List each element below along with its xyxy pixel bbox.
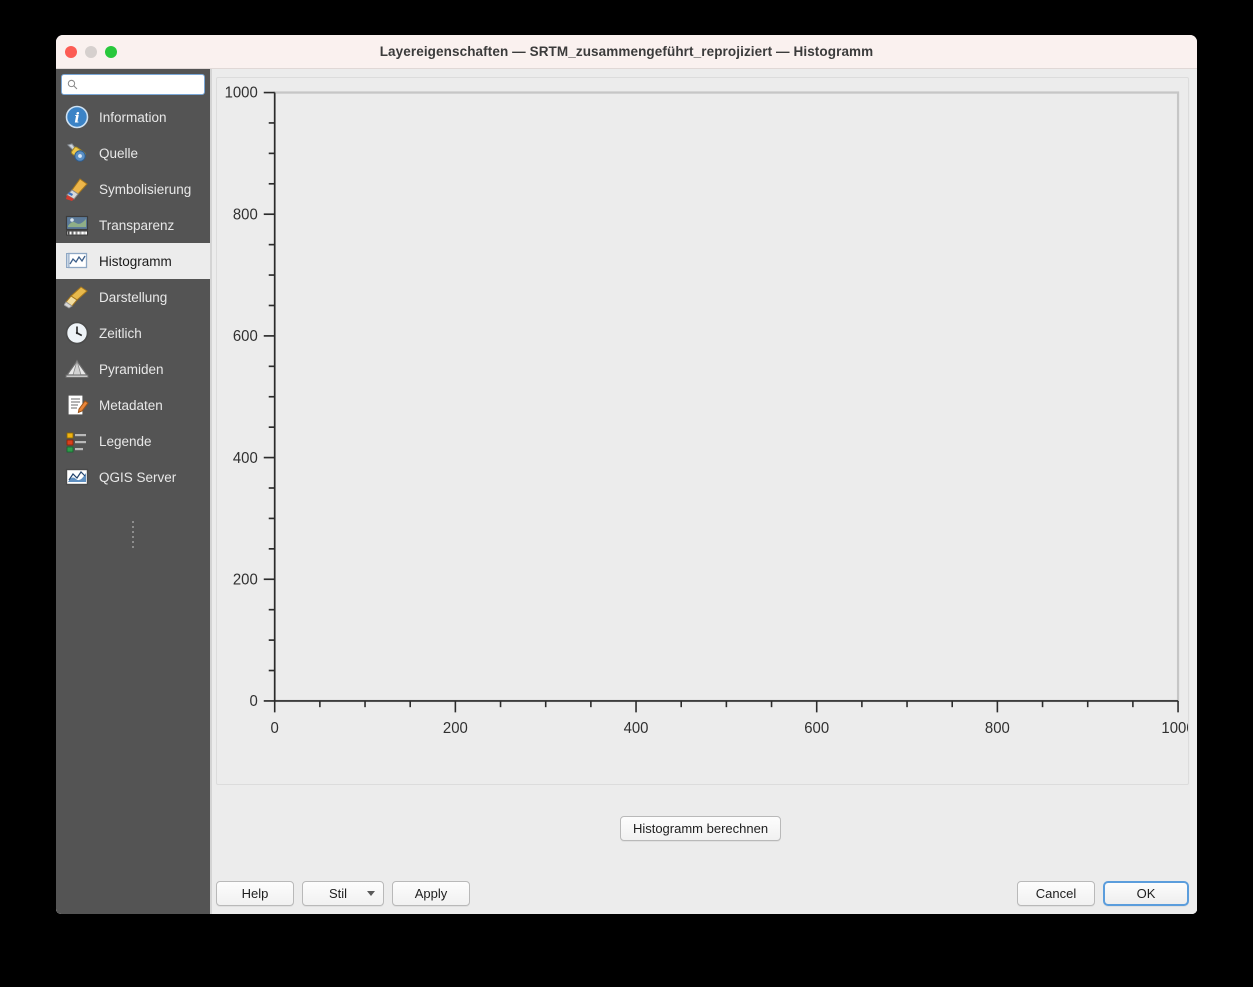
sidebar-item-label: Quelle: [99, 145, 139, 161]
information-icon: i: [65, 105, 89, 129]
rendering-icon: [64, 286, 88, 309]
chevron-down-icon: [367, 891, 375, 896]
sidebar-item-information[interactable]: i Information: [56, 99, 210, 135]
sidebar-item-pyramiden[interactable]: Pyramiden: [56, 351, 210, 387]
y-tick-label: 600: [233, 328, 258, 345]
sidebar: i Information Quelle Symbolisierung Tran…: [56, 69, 210, 914]
sidebar-item-label: Metadaten: [99, 397, 163, 413]
style-menu-button[interactable]: Stil: [302, 880, 384, 906]
sidebar-item-label: Information: [99, 109, 167, 125]
minimize-button[interactable]: [85, 45, 97, 58]
ok-button[interactable]: OK: [1103, 880, 1189, 906]
sidebar-item-darstellung[interactable]: Darstellung: [56, 279, 210, 315]
compute-row: Histogramm berechnen: [212, 785, 1197, 871]
temporal-icon: [65, 321, 89, 345]
x-tick-label: 800: [985, 720, 1010, 737]
help-button[interactable]: Help: [216, 880, 294, 906]
sidebar-item-label: Zeitlich: [99, 325, 142, 341]
x-tick-label: 200: [443, 720, 468, 737]
cancel-button[interactable]: Cancel: [1017, 880, 1095, 906]
y-tick-label: 1000: [225, 84, 258, 101]
sidebar-item-histogramm[interactable]: Histogramm: [56, 243, 210, 279]
sidebar-item-symbolisierung[interactable]: Symbolisierung: [56, 171, 210, 207]
pyramids-icon: [65, 359, 89, 378]
sidebar-item-label: Legende: [99, 433, 152, 449]
search-input[interactable]: [61, 74, 205, 95]
x-tick-label: 0: [271, 720, 279, 737]
maximize-button[interactable]: [105, 45, 117, 58]
sidebar-item-quelle[interactable]: Quelle: [56, 135, 210, 171]
window-titlebar: Layereigenschaften — SRTM_zusammengeführ…: [56, 35, 1197, 69]
main-content: 0 200 400 600 800 1000 0 200 400 600 800 1000 Histo…: [212, 69, 1197, 914]
sidebar-item-label: Pyramiden: [99, 361, 164, 377]
y-tick-label: 0: [249, 693, 257, 710]
sidebar-item-zeitlich[interactable]: Zeitlich: [56, 315, 210, 351]
x-tick-label: 400: [624, 720, 649, 737]
legend-icon: [66, 432, 86, 453]
apply-button[interactable]: Apply: [392, 880, 470, 906]
sidebar-item-label: Symbolisierung: [99, 181, 192, 197]
plot-frame: [273, 91, 1180, 703]
window-title: Layereigenschaften — SRTM_zusammengeführ…: [379, 44, 874, 59]
x-tick-label: 1000: [1161, 720, 1188, 737]
histogram-plot-pane: 0 200 400 600 800 1000 0 200 400 600 800 1000: [216, 77, 1189, 785]
histogram-icon: [66, 252, 88, 269]
histogram-chart[interactable]: 0 200 400 600 800 1000 0 200 400 600 800 1000: [217, 78, 1188, 784]
y-tick-label: 200: [233, 571, 258, 588]
sidebar-search-wrap: [56, 69, 210, 99]
metadata-icon: [67, 394, 89, 416]
sidebar-item-qgis-server[interactable]: QGIS Server: [56, 459, 210, 495]
sidebar-nav: i Information Quelle Symbolisierung Tran…: [56, 99, 210, 495]
y-tick-label: 400: [233, 449, 258, 466]
compute-histogram-button[interactable]: Histogramm berechnen: [619, 815, 782, 841]
qgis-server-icon: [65, 468, 89, 486]
close-button[interactable]: [65, 45, 77, 58]
sidebar-item-metadaten[interactable]: Metadaten: [56, 387, 210, 423]
sidebar-item-legende[interactable]: Legende: [56, 423, 210, 459]
x-tick-label: 600: [804, 720, 829, 737]
svg-text:i: i: [74, 111, 79, 127]
sidebar-item-label: Histogramm: [99, 253, 172, 269]
sidebar-item-transparenz[interactable]: Transparenz: [56, 207, 210, 243]
window-body: i Information Quelle Symbolisierung Tran…: [56, 69, 1197, 914]
layer-properties-window: Layereigenschaften — SRTM_zusammengeführ…: [56, 35, 1197, 914]
y-tick-label: 800: [233, 206, 258, 223]
transparency-icon: [65, 215, 89, 236]
dialog-footer: Help Stil Apply Cancel OK: [212, 871, 1197, 914]
window-controls: [56, 45, 117, 58]
splitter-handle[interactable]: [132, 521, 134, 551]
symbology-icon: [66, 178, 88, 201]
sidebar-item-label: Darstellung: [99, 289, 168, 305]
sidebar-item-label: Transparenz: [99, 217, 175, 233]
style-button-label: Stil: [328, 885, 348, 901]
sidebar-item-label: QGIS Server: [99, 469, 177, 485]
source-icon: [67, 143, 86, 162]
